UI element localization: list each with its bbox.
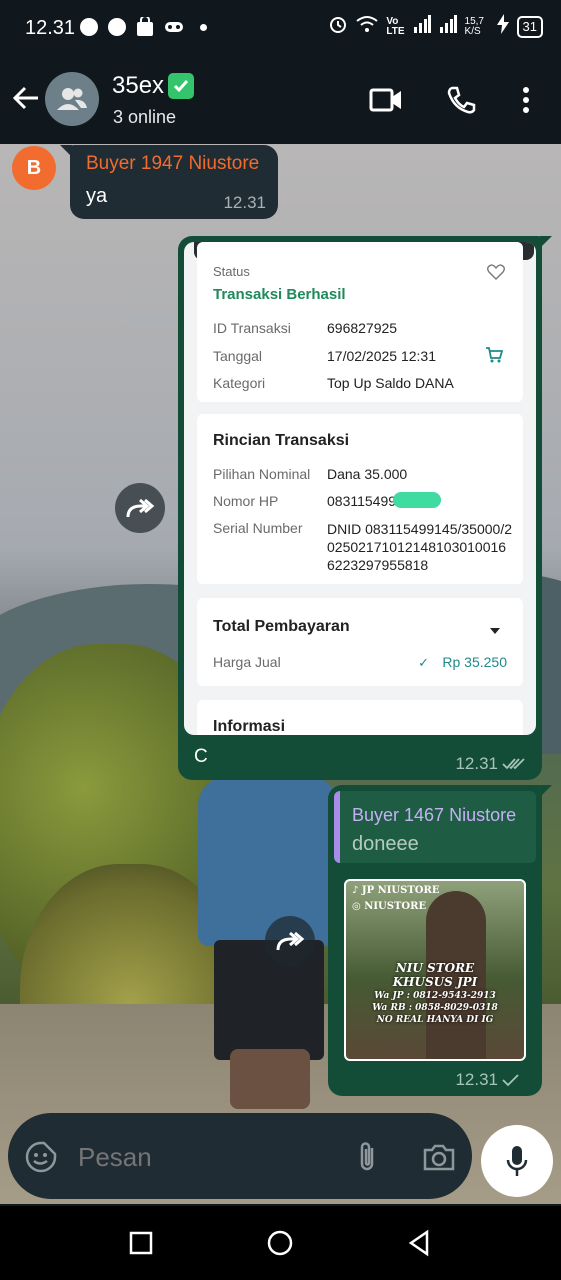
double-check-icon xyxy=(502,758,525,770)
camera-icon[interactable] xyxy=(422,1140,456,1174)
shopping-bag-icon xyxy=(136,16,154,38)
chat-name: 35ex xyxy=(112,72,165,99)
heart-icon xyxy=(487,264,505,285)
quoted-sender: Buyer 1467 Niustore xyxy=(352,805,517,825)
status-bar: 12.31 Vo LTE 15,7 K/S 31 xyxy=(0,0,561,56)
more-options-icon[interactable] xyxy=(506,82,546,118)
chat-title[interactable]: 35ex xyxy=(112,72,195,100)
circle-icon xyxy=(267,1230,293,1256)
incoming-message[interactable]: Buyer 1947 Niustore ya 12.31 xyxy=(60,145,278,219)
signal-icon xyxy=(439,15,457,38)
message-input-bar xyxy=(8,1113,472,1199)
network-speed: 15,7 K/S xyxy=(464,15,484,37)
sticker-image[interactable]: ♪ JP NIUSTORE ◎ NIUSTORE NIU STORE KHUSU… xyxy=(344,879,526,1061)
forward-button[interactable] xyxy=(265,916,315,966)
chat-header: 35ex 3 online xyxy=(0,56,561,144)
forward-button[interactable] xyxy=(115,483,165,533)
more-dot-icon xyxy=(200,16,207,38)
detail-card: Rincian Transaksi Pilihan Nominal Dana 3… xyxy=(197,414,523,584)
square-icon xyxy=(129,1231,153,1255)
payment-card: Total Pembayaran Harga Jual ✓ Rp 35.250 xyxy=(197,598,523,686)
home-button[interactable] xyxy=(263,1226,297,1260)
group-avatar[interactable] xyxy=(45,72,99,126)
game-controller-icon xyxy=(164,16,184,38)
voice-record-button[interactable] xyxy=(481,1125,553,1197)
outgoing-reply-message[interactable]: Buyer 1467 Niustore doneee ♪ JP NIUSTORE… xyxy=(328,785,552,1096)
cart-icon xyxy=(485,346,504,369)
single-check-icon xyxy=(502,1074,519,1087)
message-text: ya xyxy=(86,185,108,207)
chevron-down-icon xyxy=(489,622,501,640)
message-input[interactable] xyxy=(76,1135,330,1179)
receipt-screenshot[interactable]: Status Transaksi Berhasil ID Transaksi 6… xyxy=(184,242,536,735)
triangle-back-icon xyxy=(408,1229,429,1257)
message-sender[interactable]: Buyer 1947 Niustore xyxy=(86,153,259,175)
recent-apps-button[interactable] xyxy=(124,1226,158,1260)
message-time: 12.31 xyxy=(455,1070,520,1090)
charging-icon xyxy=(496,14,509,39)
message-caption: C xyxy=(194,746,208,767)
video-call-icon[interactable] xyxy=(366,82,406,118)
system-nav-bar xyxy=(0,1206,561,1280)
message-time: 12.31 xyxy=(223,193,266,212)
status-card: Status Transaksi Berhasil ID Transaksi 6… xyxy=(197,242,523,402)
transaction-status: Transaksi Berhasil xyxy=(213,286,346,303)
sender-avatar[interactable]: B xyxy=(12,146,56,190)
quoted-message[interactable]: Buyer 1467 Niustore doneee xyxy=(334,791,536,863)
forward-icon xyxy=(126,498,155,518)
outgoing-image-message[interactable]: Status Transaksi Berhasil ID Transaksi 6… xyxy=(178,236,552,780)
battery-icon: 31 xyxy=(516,15,543,38)
message-time: 12.31 xyxy=(455,754,526,774)
volte-icon: Vo LTE xyxy=(386,15,405,37)
group-icon xyxy=(57,88,87,110)
forward-icon xyxy=(276,931,305,951)
attachment-icon[interactable] xyxy=(350,1140,384,1174)
check-badge-icon xyxy=(168,73,195,99)
microphone-icon xyxy=(506,1146,528,1176)
back-button[interactable] xyxy=(402,1226,436,1260)
sticker-emoji-icon[interactable] xyxy=(24,1140,58,1174)
status-time: 12.31 xyxy=(25,17,76,39)
redaction-scribble xyxy=(393,492,441,508)
wifi-icon xyxy=(356,15,378,38)
notification-dot-icon xyxy=(80,16,98,38)
edit-icon: ✓ xyxy=(418,655,429,670)
phone-call-icon[interactable] xyxy=(441,82,481,118)
alarm-icon xyxy=(328,14,348,39)
notification-dot-icon xyxy=(108,16,126,38)
quoted-text: doneee xyxy=(352,833,419,855)
signal-icon xyxy=(413,15,431,38)
back-arrow-icon[interactable] xyxy=(10,82,44,116)
online-count: 3 online xyxy=(113,107,177,127)
info-card: Informasi xyxy=(197,700,523,735)
